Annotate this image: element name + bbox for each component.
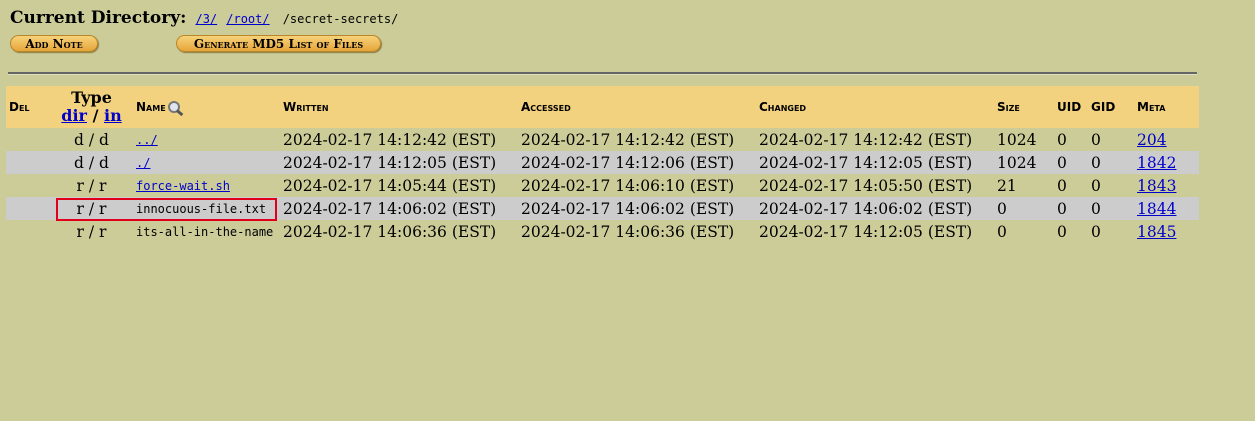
meta-cell: 1843 xyxy=(1134,174,1199,197)
file-link[interactable]: ./ xyxy=(136,156,150,170)
col-size: Size xyxy=(997,100,1020,114)
gid-cell: 0 xyxy=(1091,153,1101,172)
name-cell: force-wait.sh xyxy=(130,174,280,197)
changed-cell: 2024-02-17 14:12:42 (EST) xyxy=(759,130,973,149)
del-cell xyxy=(6,128,50,151)
gid-cell: 0 xyxy=(1091,176,1101,195)
type-cell: r / r xyxy=(76,222,107,241)
written-cell: 2024-02-17 14:12:05 (EST) xyxy=(283,153,497,172)
type-in-link[interactable]: in xyxy=(104,106,122,125)
accessed-cell: 2024-02-17 14:06:10 (EST) xyxy=(521,176,735,195)
changed-cell: 2024-02-17 14:12:05 (EST) xyxy=(759,222,973,241)
size-cell: 21 xyxy=(997,176,1017,195)
gid-cell: 0 xyxy=(1091,222,1101,241)
col-del: Del xyxy=(9,100,30,114)
col-uid: UID xyxy=(1057,100,1082,114)
file-name-text: innocuous-file.txt xyxy=(136,201,267,216)
table-row: r / r force-wait.sh 2024-02-17 14:05:44 … xyxy=(6,174,1199,197)
col-meta: Meta xyxy=(1137,100,1166,114)
type-cell: r / r xyxy=(76,176,107,195)
uid-cell: 0 xyxy=(1057,222,1067,241)
file-listing-table: Del Type dir / in Name Written Accessed … xyxy=(6,86,1199,243)
name-cell: ./ xyxy=(130,151,280,174)
col-name-label: Name xyxy=(136,99,166,114)
uid-cell: 0 xyxy=(1057,153,1067,172)
add-note-button[interactable]: Add Note xyxy=(10,35,98,52)
meta-link[interactable]: 1845 xyxy=(1137,223,1176,241)
size-cell: 0 xyxy=(997,199,1007,218)
accessed-cell: 2024-02-17 14:12:42 (EST) xyxy=(521,130,735,149)
gid-cell: 0 xyxy=(1091,130,1101,149)
written-cell: 2024-02-17 14:06:36 (EST) xyxy=(283,222,497,241)
type-title: Type xyxy=(71,88,112,107)
breadcrumb-current: /secret-secrets/ xyxy=(282,12,399,26)
changed-cell: 2024-02-17 14:05:50 (EST) xyxy=(759,176,973,195)
meta-link[interactable]: 1843 xyxy=(1137,177,1176,195)
generate-md5-button[interactable]: Generate MD5 List of Files xyxy=(176,35,381,52)
type-cell: r / r xyxy=(76,199,107,218)
breadcrumb-link-root[interactable]: /root/ xyxy=(226,12,269,26)
accessed-cell: 2024-02-17 14:06:02 (EST) xyxy=(521,199,735,218)
meta-cell: 1842 xyxy=(1134,151,1199,174)
meta-cell: 1844 xyxy=(1134,197,1199,220)
del-cell xyxy=(6,151,50,174)
type-cell: d / d xyxy=(74,153,109,172)
changed-cell: 2024-02-17 14:06:02 (EST) xyxy=(759,199,973,218)
size-cell: 0 xyxy=(997,222,1007,241)
col-changed: Changed xyxy=(759,100,807,114)
size-cell: 1024 xyxy=(997,130,1037,149)
name-cell: its-all-in-the-name xyxy=(130,220,280,243)
meta-cell: 1845 xyxy=(1134,220,1199,243)
written-cell: 2024-02-17 14:06:02 (EST) xyxy=(283,199,497,218)
table-row: r / r its-all-in-the-name 2024-02-17 14:… xyxy=(6,220,1199,243)
gid-cell: 0 xyxy=(1091,199,1101,218)
table-row: r / r innocuous-file.txt 2024-02-17 14:0… xyxy=(6,197,1199,220)
file-name-text: its-all-in-the-name xyxy=(136,224,274,239)
del-cell xyxy=(6,220,50,243)
col-name[interactable]: Name xyxy=(130,86,280,128)
col-written: Written xyxy=(283,100,329,114)
type-sep: / xyxy=(92,106,99,125)
size-cell: 1024 xyxy=(997,153,1037,172)
name-cell: ../ xyxy=(130,128,280,151)
magnifier-icon[interactable] xyxy=(167,100,185,117)
meta-link[interactable]: 1842 xyxy=(1137,154,1176,172)
written-cell: 2024-02-17 14:05:44 (EST) xyxy=(283,176,497,195)
changed-cell: 2024-02-17 14:12:05 (EST) xyxy=(759,153,973,172)
meta-link[interactable]: 1844 xyxy=(1137,200,1176,218)
current-directory-label: Current Directory: xyxy=(10,8,187,28)
file-link[interactable]: force-wait.sh xyxy=(136,179,230,193)
meta-link[interactable]: 204 xyxy=(1137,131,1167,149)
file-link[interactable]: ../ xyxy=(136,133,158,147)
type-dir-link[interactable]: dir xyxy=(61,106,87,125)
name-cell: innocuous-file.txt xyxy=(130,197,280,220)
uid-cell: 0 xyxy=(1057,130,1067,149)
table-header-row: Del Type dir / in Name Written Accessed … xyxy=(6,86,1199,128)
divider xyxy=(8,72,1197,75)
col-gid: GID xyxy=(1091,100,1116,114)
accessed-cell: 2024-02-17 14:06:36 (EST) xyxy=(521,222,735,241)
col-type: Type dir / in xyxy=(50,86,130,128)
written-cell: 2024-02-17 14:12:42 (EST) xyxy=(283,130,497,149)
table-row: d / d ../ 2024-02-17 14:12:42 (EST) 2024… xyxy=(6,128,1199,151)
col-accessed: Accessed xyxy=(521,100,571,114)
accessed-cell: 2024-02-17 14:12:06 (EST) xyxy=(521,153,735,172)
type-cell: d / d xyxy=(74,130,109,149)
uid-cell: 0 xyxy=(1057,199,1067,218)
table-row: d / d ./ 2024-02-17 14:12:05 (EST) 2024-… xyxy=(6,151,1199,174)
directory-header: Current Directory: /3/ /root/ /secret-se… xyxy=(10,8,398,28)
del-cell xyxy=(6,174,50,197)
breadcrumb-link-3[interactable]: /3/ xyxy=(195,12,217,26)
uid-cell: 0 xyxy=(1057,176,1067,195)
meta-cell: 204 xyxy=(1134,128,1199,151)
del-cell xyxy=(6,197,50,220)
